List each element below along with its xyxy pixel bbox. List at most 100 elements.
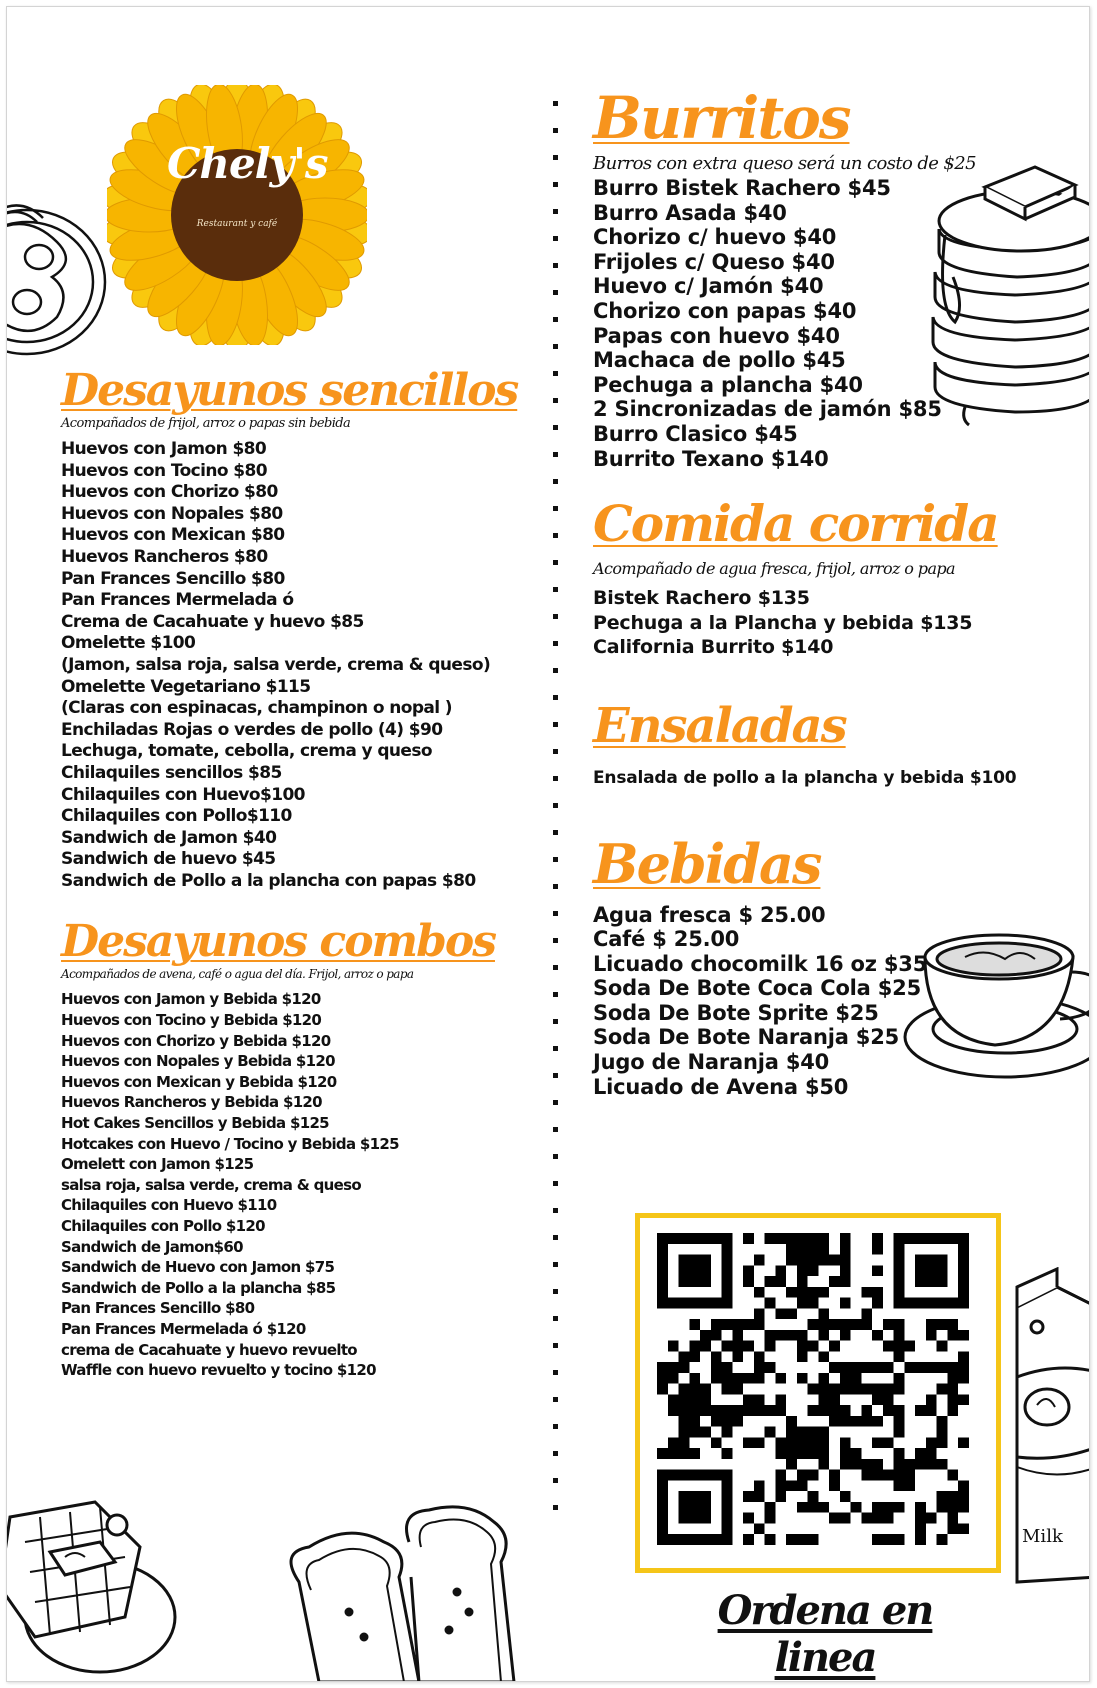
qr-module <box>882 1512 894 1524</box>
qr-module <box>721 1480 733 1492</box>
qr-module <box>958 1362 969 1373</box>
qr-module <box>764 1426 776 1438</box>
qr-module <box>872 1243 883 1255</box>
qr-module <box>721 1286 733 1298</box>
qr-module <box>829 1480 840 1492</box>
qr-module <box>678 1405 690 1416</box>
divider-dot <box>553 1046 558 1051</box>
qr-module <box>893 1276 905 1287</box>
divider-dot <box>553 1343 558 1348</box>
divider-dot <box>553 263 558 268</box>
qr-module <box>958 1372 969 1384</box>
order-online-link[interactable]: Ordena en linea <box>675 1587 975 1681</box>
qr-module <box>947 1491 959 1502</box>
qr-module <box>872 1534 883 1545</box>
qr-module <box>872 1512 883 1524</box>
qr-module <box>775 1308 787 1320</box>
qr-module <box>958 1329 969 1341</box>
qr-module <box>678 1426 690 1438</box>
qr-module <box>925 1297 937 1309</box>
qr-module <box>861 1308 873 1320</box>
qr-module <box>850 1362 862 1373</box>
qr-module <box>710 1362 722 1373</box>
menu-item: Huevos Rancheros $80 <box>61 546 268 567</box>
menu-item: Sandwich de Jamon $40 <box>61 827 277 848</box>
qr-module <box>657 1254 668 1266</box>
qr-module <box>786 1329 797 1341</box>
qr-module <box>753 1405 765 1416</box>
qr-module <box>818 1383 830 1395</box>
qr-module <box>958 1254 969 1266</box>
qr-module <box>786 1415 797 1427</box>
qr-module <box>796 1286 808 1298</box>
qr-module <box>936 1233 948 1244</box>
menu-list-comida-corrida: Bistek Rachero $135 Pechuga a la Plancha… <box>593 586 1053 660</box>
qr-module <box>743 1340 754 1352</box>
qr-module <box>936 1362 948 1373</box>
qr-module <box>657 1480 668 1492</box>
qr-module <box>764 1340 776 1352</box>
qr-module <box>796 1297 808 1309</box>
qr-module <box>807 1254 819 1266</box>
divider-dot <box>553 101 558 106</box>
qr-module <box>678 1297 690 1309</box>
qr-module <box>839 1437 851 1449</box>
qr-module <box>904 1469 916 1481</box>
qr-module <box>689 1394 701 1406</box>
qr-code-icon[interactable] <box>655 1233 971 1545</box>
qr-module <box>947 1383 959 1395</box>
section-title-ensaladas: Ensaladas <box>593 697 848 754</box>
left-column: Desayunos sencillos Acompañados de frijo… <box>61 369 541 1381</box>
qr-module <box>786 1233 797 1244</box>
qr-module <box>721 1372 733 1384</box>
divider-dot <box>553 479 558 484</box>
section-title-burritos: Burritos <box>593 84 851 152</box>
qr-module <box>786 1448 797 1459</box>
qr-module <box>829 1383 840 1395</box>
qr-module <box>958 1437 969 1449</box>
qr-module <box>882 1469 894 1481</box>
qr-module <box>786 1480 797 1492</box>
qr-module <box>743 1437 754 1449</box>
qr-module <box>915 1265 926 1277</box>
qr-module <box>678 1362 690 1373</box>
qr-module <box>710 1469 722 1481</box>
qr-module <box>721 1501 733 1513</box>
divider-dot <box>553 641 558 646</box>
section-title-bebidas: Bebidas <box>593 831 822 896</box>
qr-code-frame <box>635 1213 1001 1573</box>
qr-module <box>925 1448 937 1459</box>
qr-module <box>657 1286 668 1298</box>
qr-module <box>947 1394 959 1406</box>
divider-dot <box>553 506 558 511</box>
qr-module <box>743 1394 754 1406</box>
qr-module <box>796 1233 808 1244</box>
qr-module <box>861 1512 873 1524</box>
qr-module <box>689 1276 701 1287</box>
qr-module <box>818 1308 830 1320</box>
qr-module <box>700 1340 711 1352</box>
menu-item: Enchiladas Rojas o verdes de pollo (4) $… <box>61 719 443 740</box>
qr-module <box>700 1394 711 1406</box>
qr-module <box>743 1405 754 1416</box>
brand-name: Chely's <box>167 139 329 188</box>
qr-module <box>829 1254 840 1266</box>
qr-module <box>829 1405 840 1416</box>
qr-module <box>893 1458 905 1470</box>
qr-module <box>796 1243 808 1255</box>
qr-module <box>678 1351 690 1363</box>
qr-module <box>936 1415 948 1427</box>
qr-module <box>700 1512 711 1524</box>
qr-module <box>689 1501 701 1513</box>
qr-module <box>743 1265 754 1277</box>
qr-module <box>775 1469 787 1481</box>
qr-module <box>936 1426 948 1438</box>
qr-module <box>915 1362 926 1373</box>
qr-module <box>893 1469 905 1481</box>
qr-module <box>925 1394 937 1406</box>
qr-module <box>839 1319 851 1330</box>
qr-module <box>850 1448 862 1459</box>
qr-module <box>807 1383 819 1395</box>
menu-item: Huevos con Jamon $80 <box>61 439 267 459</box>
qr-module <box>689 1233 701 1244</box>
